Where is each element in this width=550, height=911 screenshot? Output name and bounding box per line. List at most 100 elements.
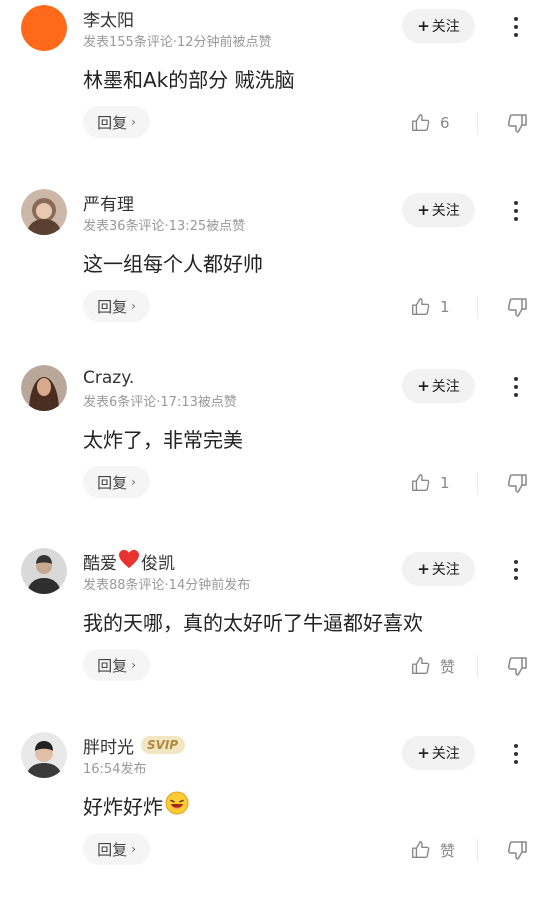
plus-icon: + [417,744,430,762]
plus-icon: + [417,560,430,578]
comment-text: 好炸好炸 [83,795,163,819]
like-count: 赞 [440,657,456,676]
comment-text: 林墨和Ak的部分 贼洗脑 [83,68,295,92]
thumbs-up-icon [412,657,430,675]
dislike-button[interactable] [505,295,529,319]
comment-item: 酷爱 俊凯 发表88条评论·14分钟前发布 + 关注 我的天哪，真的太好听了牛逼都… [0,543,550,727]
avatar[interactable] [21,365,67,411]
chevron-right-icon: › [131,658,136,672]
like-button[interactable]: 6 [410,110,450,136]
comment-text: 这一组每个人都好帅 [83,252,263,276]
thumbs-up-icon [412,841,430,859]
follow-button[interactable]: + 关注 [402,9,475,43]
divider [477,296,478,318]
divider [477,472,478,494]
heart-icon [118,549,140,574]
thumbs-down-icon [507,474,527,493]
username-text[interactable]: 严有理 [83,190,134,215]
reply-button[interactable]: 回复 › [83,290,150,322]
reply-label: 回复 [97,473,128,492]
comment-content: 林墨和Ak的部分 贼洗脑 [83,64,295,93]
username-text[interactable]: 俊凯 [141,549,175,574]
comment-meta: 16:54发布 [83,762,147,777]
chevron-right-icon: › [131,475,136,489]
comment-content: 太炸了，非常完美 [83,424,243,453]
more-options-icon[interactable] [505,555,527,585]
like-count: 赞 [440,841,456,860]
chevron-right-icon: › [131,115,136,129]
like-button[interactable]: 1 [410,294,450,320]
follow-button[interactable]: + 关注 [402,736,475,770]
follow-button[interactable]: + 关注 [402,552,475,586]
avatar[interactable] [21,732,67,778]
dislike-button[interactable] [505,471,529,495]
follow-label: 关注 [431,746,460,762]
plus-icon: + [417,377,430,395]
comment-item: Crazy. 发表6条评论·17:13被点赞 + 关注 太炸了，非常完美 回复 › … [0,360,550,544]
avatar[interactable] [21,189,67,235]
follow-label: 关注 [431,562,460,578]
follow-button[interactable]: + 关注 [402,193,475,227]
like-count: 6 [440,114,450,132]
username[interactable]: 酷爱 俊凯 [83,549,175,574]
more-options-icon[interactable] [505,739,527,769]
thumbs-down-icon [507,657,527,676]
thumbs-down-icon [507,298,527,317]
comment-content: 我的天哪，真的太好听了牛逼都好喜欢 [83,607,423,636]
username-text[interactable]: 酷爱 [83,549,117,574]
more-options-icon[interactable] [505,12,527,42]
thumbs-down-icon [507,841,527,860]
comment-item: 胖时光 SVIP 16:54发布 + 关注 好炸好炸 回复 › 赞 [0,727,550,911]
comment-meta: 发表88条评论·14分钟前发布 [83,578,251,593]
more-options-icon[interactable] [505,372,527,402]
thumbs-up-icon [412,474,430,492]
divider [477,112,478,134]
comment-item: 严有理 发表36条评论·13:25被点赞 + 关注 这一组每个人都好帅 回复 › 1 [0,184,550,368]
username[interactable]: 严有理 [83,190,134,215]
reply-button[interactable]: 回复 › [83,106,150,138]
reply-label: 回复 [97,113,128,132]
username[interactable]: Crazy. [83,366,134,390]
reply-label: 回复 [97,840,128,859]
like-count: 1 [440,298,450,316]
follow-button[interactable]: + 关注 [402,369,475,403]
comment-meta: 发表6条评论·17:13被点赞 [83,395,237,410]
thumbs-up-icon [412,298,430,316]
comment-text: 我的天哪，真的太好听了牛逼都好喜欢 [83,611,423,635]
comment-content: 好炸好炸 [83,791,189,820]
chevron-right-icon: › [131,299,136,313]
username-text[interactable]: 胖时光 [83,733,134,758]
like-count: 1 [440,474,450,492]
plus-icon: + [417,201,430,219]
reply-button[interactable]: 回复 › [83,649,150,681]
follow-label: 关注 [431,379,460,395]
chevron-right-icon: › [131,842,136,856]
reply-label: 回复 [97,656,128,675]
comment-meta: 发表36条评论·13:25被点赞 [83,219,246,234]
dislike-button[interactable] [505,838,529,862]
thumbs-up-icon [412,114,430,132]
comment-item: 李太阳 发表155条评论·12分钟前被点赞 + 关注 林墨和Ak的部分 贼洗脑 回… [0,0,550,184]
comment-content: 这一组每个人都好帅 [83,248,263,277]
reply-button[interactable]: 回复 › [83,833,150,865]
username-text[interactable]: 李太阳 [83,6,134,31]
reply-button[interactable]: 回复 › [83,466,150,498]
dislike-button[interactable] [505,654,529,678]
username[interactable]: 李太阳 [83,6,134,31]
follow-label: 关注 [431,19,460,35]
avatar[interactable] [21,548,67,594]
like-button[interactable]: 赞 [410,653,455,679]
username[interactable]: 胖时光 SVIP [83,733,186,758]
username-text[interactable]: Crazy. [83,368,134,388]
reply-label: 回复 [97,297,128,316]
comment-text: 太炸了，非常完美 [83,428,243,452]
dislike-button[interactable] [505,111,529,135]
divider [477,655,478,677]
avatar[interactable] [21,5,67,51]
divider [477,839,478,861]
like-button[interactable]: 赞 [410,837,455,863]
more-options-icon[interactable] [505,196,527,226]
like-button[interactable]: 1 [410,470,450,496]
comment-meta: 发表155条评论·12分钟前被点赞 [83,35,272,50]
laughing-emoji-icon [165,791,189,820]
